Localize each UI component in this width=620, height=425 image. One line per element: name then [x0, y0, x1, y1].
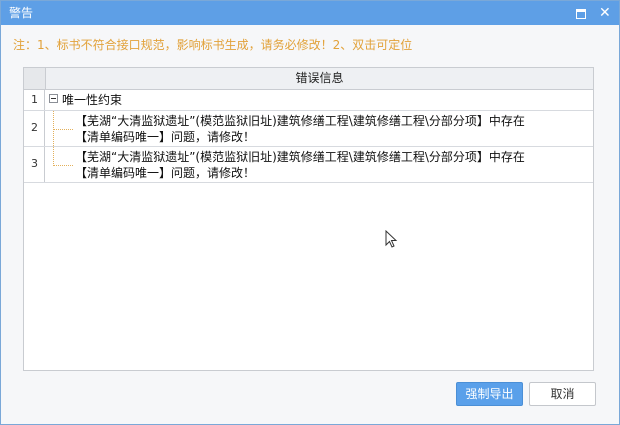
error-message: 【芜湖“大清监狱遗址”(模范监狱旧址)建筑修缮工程\建筑修缮工程\分部分项】中存…: [75, 114, 525, 144]
maximize-icon: [576, 9, 586, 19]
dialog-title: 警告: [9, 6, 34, 20]
error-row[interactable]: 3 【芜湖“大清监狱遗址”(模范监狱旧址)建筑修缮工程\建筑修缮工程\分部分项】…: [24, 147, 593, 183]
row-number: 3: [24, 147, 45, 182]
collapse-toggle-icon[interactable]: [49, 94, 58, 103]
tree-connector: [53, 147, 54, 166]
warning-dialog: 警告 ✕ 注：1、标书不符合接口规范，影响标书生成，请务必修改！2、双击可定位 …: [0, 0, 620, 425]
header-error-info: 错误信息: [295, 71, 344, 85]
error-row[interactable]: 2 【芜湖“大清监狱遗址”(模范监狱旧址)建筑修缮工程\建筑修缮工程\分部分项】…: [24, 111, 593, 147]
tree-row-group[interactable]: 1 唯一性约束: [24, 90, 593, 111]
close-icon: ✕: [599, 5, 611, 21]
title-bar[interactable]: 警告 ✕: [1, 1, 619, 25]
tree-connector: [53, 165, 73, 166]
row-number: 1: [24, 90, 45, 110]
force-export-button[interactable]: 强制导出: [456, 382, 523, 406]
row-number: 2: [24, 111, 45, 146]
error-message: 【芜湖“大清监狱遗址”(模范监狱旧址)建筑修缮工程\建筑修缮工程\分部分项】中存…: [75, 150, 525, 180]
cancel-button[interactable]: 取消: [529, 382, 596, 406]
group-label: 唯一性约束: [62, 93, 123, 107]
mouse-cursor-icon: [385, 230, 398, 248]
tree-connector: [53, 129, 73, 130]
note-text: 注：1、标书不符合接口规范，影响标书生成，请务必修改！2、双击可定位: [13, 38, 413, 52]
close-button[interactable]: ✕: [595, 3, 615, 23]
error-grid: 错误信息 1 唯一性约束 2 【芜湖“大清监狱遗址”(模范监狱旧址)建筑修缮工程…: [23, 67, 594, 371]
grid-corner: [24, 68, 46, 89]
maximize-button[interactable]: [571, 3, 591, 23]
grid-header: 错误信息: [24, 68, 593, 90]
